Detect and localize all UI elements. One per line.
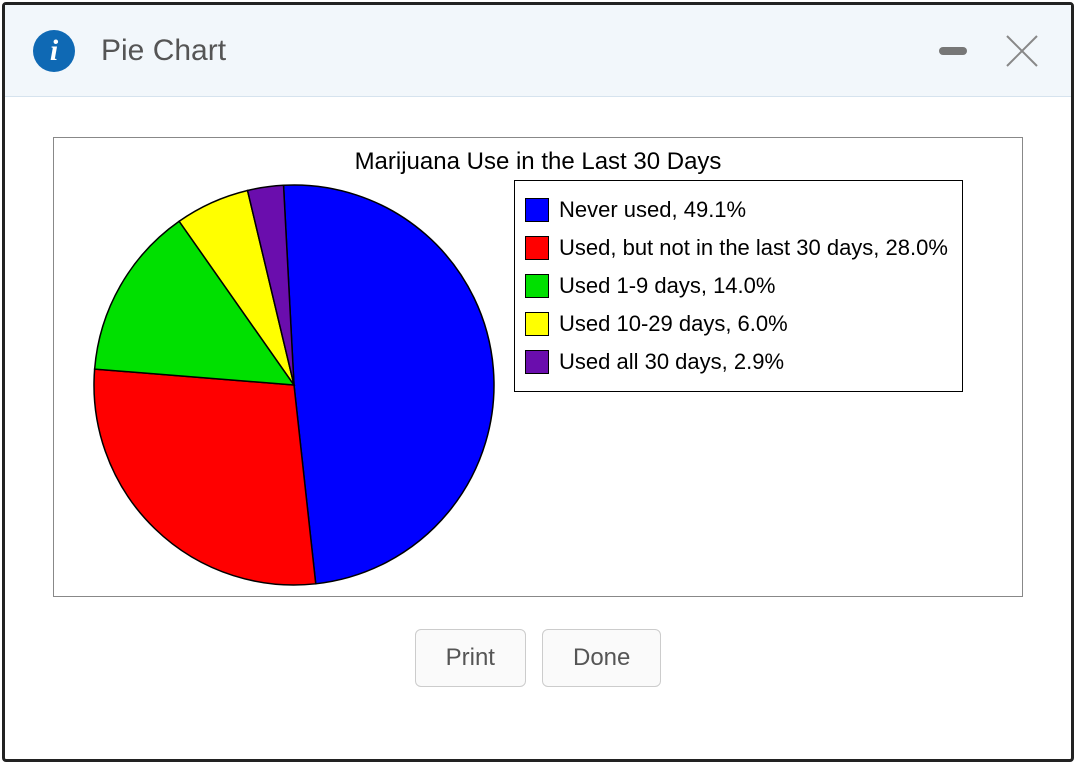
legend-swatch: [525, 198, 549, 222]
pie-slice: [94, 369, 316, 585]
legend: Never used, 49.1% Used, but not in the la…: [514, 180, 963, 392]
legend-swatch: [525, 312, 549, 336]
dialog-window: i Pie Chart Marijuana Use in the Last 30…: [2, 2, 1074, 762]
info-icon: i: [33, 30, 75, 72]
legend-label: Used, but not in the last 30 days, 28.0%: [559, 235, 948, 261]
legend-row: Never used, 49.1%: [525, 191, 948, 229]
legend-label: Never used, 49.1%: [559, 197, 746, 223]
legend-row: Used 10-29 days, 6.0%: [525, 305, 948, 343]
close-button[interactable]: [1005, 34, 1039, 68]
legend-label: Used 10-29 days, 6.0%: [559, 311, 788, 337]
pie-slice: [284, 185, 494, 584]
dialog-title: Pie Chart: [101, 34, 939, 68]
chart-frame: Marijuana Use in the Last 30 Days Never …: [53, 137, 1023, 597]
legend-label: Used 1-9 days, 14.0%: [559, 273, 775, 299]
chart-body: Never used, 49.1% Used, but not in the la…: [74, 180, 1002, 590]
legend-swatch: [525, 236, 549, 260]
legend-row: Used all 30 days, 2.9%: [525, 343, 948, 381]
legend-row: Used 1-9 days, 14.0%: [525, 267, 948, 305]
minimize-button[interactable]: [939, 47, 967, 55]
button-row: Print Done: [53, 597, 1023, 703]
done-button[interactable]: Done: [542, 629, 661, 687]
dialog-content: Marijuana Use in the Last 30 Days Never …: [5, 97, 1071, 759]
close-icon: [1005, 34, 1039, 68]
chart-title: Marijuana Use in the Last 30 Days: [74, 148, 1002, 176]
legend-swatch: [525, 350, 549, 374]
titlebar: i Pie Chart: [5, 5, 1071, 97]
pie-chart: [74, 180, 514, 590]
print-button[interactable]: Print: [415, 629, 526, 687]
legend-label: Used all 30 days, 2.9%: [559, 349, 784, 375]
legend-row: Used, but not in the last 30 days, 28.0%: [525, 229, 948, 267]
legend-swatch: [525, 274, 549, 298]
